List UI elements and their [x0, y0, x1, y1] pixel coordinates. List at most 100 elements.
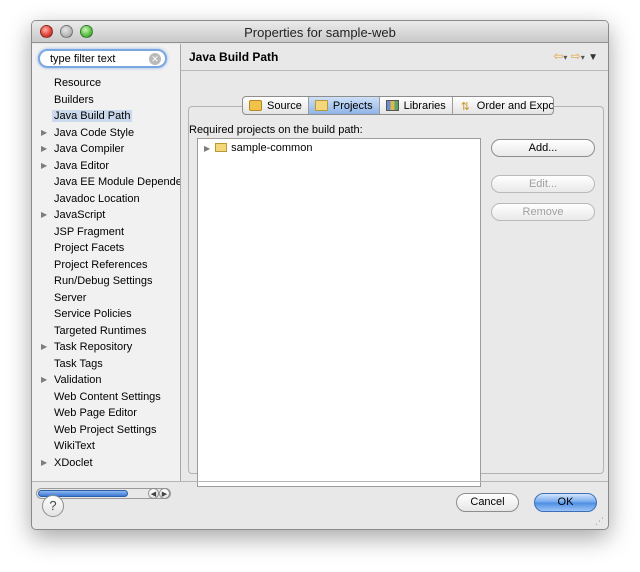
title-separator [181, 70, 608, 71]
tab-projects-label: Projects [332, 99, 373, 112]
sidebar-item-label: Resource [54, 77, 102, 89]
sidebar-item[interactable]: Builders [32, 92, 180, 109]
sidebar-item[interactable]: Web Project Settings [32, 422, 180, 439]
expand-arrow-icon[interactable]: ▶ [41, 125, 47, 142]
sidebar-item-label: Server [54, 291, 87, 304]
expand-arrow-icon[interactable]: ▶ [41, 455, 47, 472]
order-export-icon: ⇅ [460, 101, 470, 113]
sidebar-item-label: Web Content Settings [54, 390, 161, 403]
sidebar-item[interactable]: Web Content Settings [32, 389, 180, 406]
sidebar-item[interactable]: Targeted Runtimes [32, 323, 180, 340]
sidebar-item-label: Validation [54, 374, 102, 386]
sidebar-item-label: Java Build Path [52, 110, 133, 122]
sidebar-item-label: Task Tags [54, 357, 103, 370]
sidebar-item[interactable]: Java EE Module Dependen [32, 174, 180, 191]
forward-dropdown-icon[interactable]: ▾ [581, 53, 585, 62]
project-label: sample-common [231, 142, 313, 154]
sidebar-item[interactable]: ▶ JavaScript [32, 207, 180, 224]
resize-grip-icon[interactable]: ⋰ [595, 516, 605, 526]
sidebar-item[interactable]: ▶ Java Compiler [32, 141, 180, 158]
sidebar-item[interactable]: Javadoc Location [32, 191, 180, 208]
sidebar-item-label: Builders [54, 93, 94, 106]
sidebar-item-label: Project Facets [54, 242, 125, 254]
sidebar-item-label: Java Compiler [54, 143, 125, 155]
list-item[interactable]: ▶ sample-common [204, 141, 312, 155]
sidebar-item-label: Java Code Style [54, 126, 135, 139]
sidebar-item[interactable]: Service Policies [32, 306, 180, 323]
edit-button[interactable]: Edit... [491, 175, 595, 193]
sidebar-item-label: Task Repository [54, 341, 133, 353]
remove-button[interactable]: Remove [491, 203, 595, 221]
tab-order-export[interactable]: ⇅ Order and Export [453, 97, 554, 114]
clear-filter-icon[interactable]: ✕ [149, 53, 161, 65]
tab-projects[interactable]: Projects [308, 97, 380, 114]
scroll-right-icon[interactable]: ▶ [159, 488, 170, 499]
sidebar-item-label: Service Policies [54, 308, 132, 320]
main-panel: Java Build Path ⇦▾ ⇨▾ ▼ Source Projects … [181, 44, 608, 487]
add-button[interactable]: Add... [491, 139, 595, 157]
expand-arrow-icon[interactable]: ▶ [41, 207, 47, 224]
sidebar-item[interactable]: Java Build Path [32, 108, 180, 125]
back-arrow-icon[interactable]: ⇦ [553, 49, 563, 63]
sidebar-item-label: Web Project Settings [54, 423, 157, 436]
help-icon[interactable]: ? [42, 495, 64, 517]
sidebar-item-label: Javadoc Location [54, 192, 140, 205]
forward-arrow-icon[interactable]: ⇨ [571, 49, 581, 63]
properties-dialog: Properties for sample-web ✕ Resource Buil… [31, 20, 609, 530]
tab-source[interactable]: Source [243, 97, 309, 114]
sidebar-item[interactable]: WikiText [32, 438, 180, 455]
window-title: Properties for sample-web [244, 25, 396, 40]
sidebar-item[interactable]: Server [32, 290, 180, 307]
tab-libraries-label: Libraries [403, 99, 446, 112]
filter-field[interactable]: ✕ [38, 49, 167, 68]
scroll-left-icon[interactable]: ◀ [148, 488, 159, 499]
filter-input[interactable] [48, 52, 148, 66]
sidebar-item-label: Project References [54, 258, 148, 271]
expand-arrow-icon[interactable]: ▶ [41, 372, 47, 389]
sidebar-item[interactable]: ▶ Java Editor [32, 158, 180, 175]
history-nav: ⇦▾ ⇨▾ ▼ [553, 49, 598, 63]
sidebar-item-label: WikiText [54, 440, 95, 452]
tab-order-export-label: Order and Export [476, 99, 554, 112]
sidebar-item-label: JavaScript [54, 209, 106, 221]
sidebar-item-label: Targeted Runtimes [54, 324, 147, 337]
back-dropdown-icon[interactable]: ▾ [563, 53, 567, 62]
folder-icon [314, 100, 328, 111]
view-menu-icon[interactable]: ▼ [588, 52, 598, 63]
sidebar-item-label: Java Editor [54, 159, 110, 172]
expand-arrow-icon[interactable]: ▶ [41, 158, 47, 175]
sidebar-item-label: JSP Fragment [54, 225, 125, 238]
sidebar-item[interactable]: Task Tags [32, 356, 180, 373]
ok-button[interactable]: OK [534, 493, 597, 512]
sidebar-item[interactable]: JSP Fragment [32, 224, 180, 241]
sidebar-item-label: Java EE Module Dependen [54, 176, 180, 188]
required-projects-label: Required projects on the build path: [189, 124, 363, 136]
tab-source-label: Source [267, 99, 302, 112]
sidebar-item-label: XDoclet [54, 456, 93, 469]
expand-arrow-icon[interactable]: ▶ [41, 141, 47, 158]
properties-tree: Resource Builders Java Build Path ▶ Java Cod… [32, 75, 180, 471]
libraries-icon [385, 100, 399, 111]
expand-arrow-icon[interactable]: ▶ [204, 144, 210, 153]
sidebar-item[interactable]: ▶ XDoclet [32, 455, 180, 472]
title-bar[interactable]: Properties for sample-web [32, 21, 608, 43]
required-projects-list[interactable]: ▶ sample-common [197, 138, 481, 487]
sidebar: ✕ Resource Builders Java Build Path ▶ Java C… [32, 44, 180, 499]
footer-separator [32, 481, 608, 482]
sidebar-item[interactable]: ▶ Java Code Style [32, 125, 180, 142]
sidebar-item[interactable]: ▶ Validation [32, 372, 180, 389]
sidebar-item[interactable]: ▶ Task Repository [32, 339, 180, 356]
source-icon [249, 100, 262, 111]
sidebar-item[interactable]: Project Facets [32, 240, 180, 257]
tab-libraries[interactable]: Libraries [380, 97, 453, 114]
expand-arrow-icon[interactable]: ▶ [41, 339, 47, 356]
sidebar-item[interactable]: Project References [32, 257, 180, 274]
project-folder-icon [215, 143, 228, 152]
cancel-button[interactable]: Cancel [456, 493, 519, 512]
page-title: Java Build Path [189, 50, 279, 64]
sidebar-item-label: Run/Debug Settings [54, 275, 153, 287]
sidebar-item-label: Web Page Editor [54, 407, 137, 419]
sidebar-item[interactable]: Web Page Editor [32, 405, 180, 422]
sidebar-item[interactable]: Resource [32, 75, 180, 92]
sidebar-item[interactable]: Run/Debug Settings [32, 273, 180, 290]
